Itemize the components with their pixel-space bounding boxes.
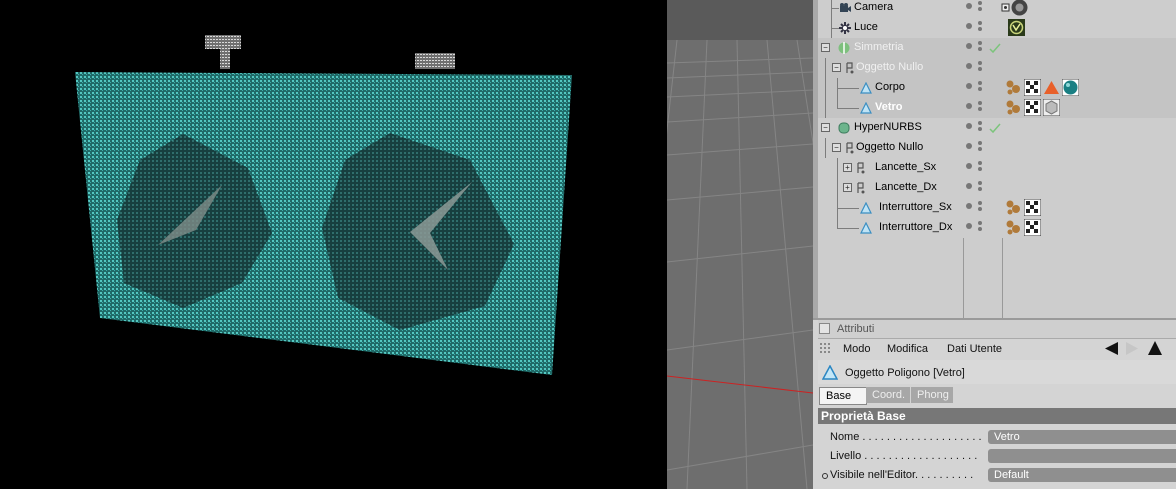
- target-tag-icon[interactable]: [1001, 0, 1011, 16]
- glass-material-tag-icon[interactable]: [1043, 99, 1060, 116]
- camera-tag-icon[interactable]: [1011, 0, 1028, 16]
- menu-dati-utente[interactable]: Dati Utente: [947, 343, 1002, 355]
- field-row-livello: Livello . . . . . . . . . . . . . . . . …: [818, 448, 1176, 465]
- x-axis-line: [667, 375, 813, 394]
- section-title: Proprietà Base: [821, 409, 906, 423]
- attribute-tabs: Base Coord. Phong: [818, 386, 1176, 405]
- null-icon: [857, 162, 865, 174]
- selection-tag-icon[interactable]: [1043, 79, 1060, 96]
- field-label-livello: Livello . . . . . . . . . . . . . . . . …: [830, 450, 978, 462]
- tab-phong[interactable]: Phong: [911, 387, 953, 403]
- object-row-corpo[interactable]: Corpo: [818, 78, 1176, 98]
- object-name: Oggetto Nullo: [856, 141, 924, 153]
- object-row-interruttore-dx[interactable]: Interruttore_Dx: [818, 218, 1176, 238]
- object-row-oggetto-nullo-1[interactable]: − Oggetto Nullo: [818, 58, 1176, 78]
- object-row-camera[interactable]: Camera: [818, 0, 1176, 18]
- polygon-icon: [860, 202, 872, 214]
- object-row-vetro[interactable]: Vetro: [818, 98, 1176, 118]
- animate-dot-icon[interactable]: [822, 473, 828, 479]
- tab-coord[interactable]: Coord.: [866, 387, 910, 403]
- object-name: Camera: [854, 1, 894, 13]
- manager-panel: Camera Luce − Simmetria − Oggetto Nullo …: [813, 0, 1176, 489]
- object-row-lancette-sx[interactable]: + Lancette_Sx: [818, 158, 1176, 178]
- nome-field[interactable]: Vetro: [988, 430, 1176, 444]
- object-row-interruttore-sx[interactable]: Interruttore_Sx: [818, 198, 1176, 218]
- attributes-title-bar: Attributi: [818, 320, 1176, 339]
- object-name: Corpo: [875, 81, 905, 93]
- object-name: Simmetria: [854, 41, 904, 53]
- phong-tag-icon[interactable]: [1005, 99, 1022, 116]
- object-name: Interruttore_Sx: [879, 201, 952, 213]
- livello-field[interactable]: [988, 449, 1176, 463]
- symmetry-icon: [838, 42, 850, 54]
- camera-icon: [840, 3, 851, 12]
- material-tag-icon[interactable]: [1062, 79, 1079, 96]
- object-label-row: Oggetto Poligono [Vetro]: [818, 360, 1176, 384]
- tab-base[interactable]: Base: [819, 387, 867, 405]
- field-label-visibile: Visibile nell'Editor. . . . . . . . . .: [830, 469, 974, 481]
- object-name: Lancette_Sx: [875, 161, 937, 173]
- object-name: Vetro: [875, 101, 903, 113]
- polygon-object-icon: [822, 365, 838, 380]
- section-header: Proprietà Base: [818, 408, 1176, 424]
- attribute-manager: Attributi Modo Modifica Dati Utente Ogge…: [813, 320, 1176, 489]
- knob-right: [415, 53, 455, 69]
- render-image: [75, 35, 572, 375]
- texture-tag-icon[interactable]: [1024, 219, 1041, 236]
- object-name: Oggetto Nullo: [856, 61, 924, 73]
- object-row-lancette-dx[interactable]: + Lancette_Dx: [818, 178, 1176, 198]
- enabled-check-icon[interactable]: [989, 42, 1001, 54]
- polygon-icon: [860, 82, 872, 94]
- null-icon: [846, 142, 854, 154]
- attributes-title: Attributi: [837, 323, 875, 335]
- grip-icon[interactable]: [820, 343, 832, 355]
- render-view: [0, 0, 667, 489]
- visibile-dropdown[interactable]: Default: [988, 468, 1176, 482]
- null-icon: [857, 182, 865, 194]
- object-name: HyperNURBS: [854, 121, 922, 133]
- object-name: Lancette_Dx: [875, 181, 937, 193]
- knob-left: [205, 35, 241, 49]
- menu-modo[interactable]: Modo: [843, 343, 871, 355]
- object-type-label: Oggetto Poligono [Vetro]: [845, 367, 965, 379]
- menu-modifica[interactable]: Modifica: [887, 343, 928, 355]
- floor-grid: [667, 0, 813, 489]
- hypernurbs-icon: [838, 122, 850, 134]
- phong-tag-icon[interactable]: [1005, 79, 1022, 96]
- forward-arrow-icon[interactable]: [1126, 342, 1138, 355]
- texture-tag-icon[interactable]: [1024, 99, 1041, 116]
- phong-tag-icon[interactable]: [1005, 219, 1022, 236]
- polygon-icon: [860, 222, 872, 234]
- null-icon: [846, 62, 854, 74]
- object-row-oggetto-nullo-2[interactable]: − Oggetto Nullo: [818, 138, 1176, 158]
- texture-tag-icon[interactable]: [1024, 79, 1041, 96]
- polygon-icon: [860, 102, 872, 114]
- field-row-nome: Nome . . . . . . . . . . . . . . . . . .…: [818, 429, 1176, 446]
- enabled-check-icon[interactable]: [989, 122, 1001, 134]
- light-icon: [839, 22, 851, 34]
- object-name: Luce: [854, 21, 878, 33]
- phong-tag-icon[interactable]: [1005, 199, 1022, 216]
- object-name: Interruttore_Dx: [879, 221, 953, 233]
- attributes-menu-bar: Modo Modifica Dati Utente: [818, 339, 1176, 359]
- texture-tag-icon[interactable]: [1024, 199, 1041, 216]
- object-row-simmetria[interactable]: − Simmetria: [818, 38, 1176, 58]
- object-row-luce[interactable]: Luce: [818, 18, 1176, 38]
- back-arrow-icon[interactable]: [1105, 342, 1119, 355]
- field-row-visibile: Visibile nell'Editor. . . . . . . . . . …: [818, 467, 1176, 484]
- object-row-hypernurbs[interactable]: − HyperNURBS: [818, 118, 1176, 138]
- panel-toggle-icon[interactable]: [819, 323, 830, 334]
- vertex-map-tag-icon[interactable]: [1008, 19, 1025, 36]
- editor-viewport[interactable]: [667, 0, 813, 489]
- field-label-nome: Nome . . . . . . . . . . . . . . . . . .…: [830, 431, 982, 443]
- up-arrow-icon[interactable]: [1148, 341, 1162, 355]
- object-manager: Camera Luce − Simmetria − Oggetto Nullo …: [818, 0, 1176, 318]
